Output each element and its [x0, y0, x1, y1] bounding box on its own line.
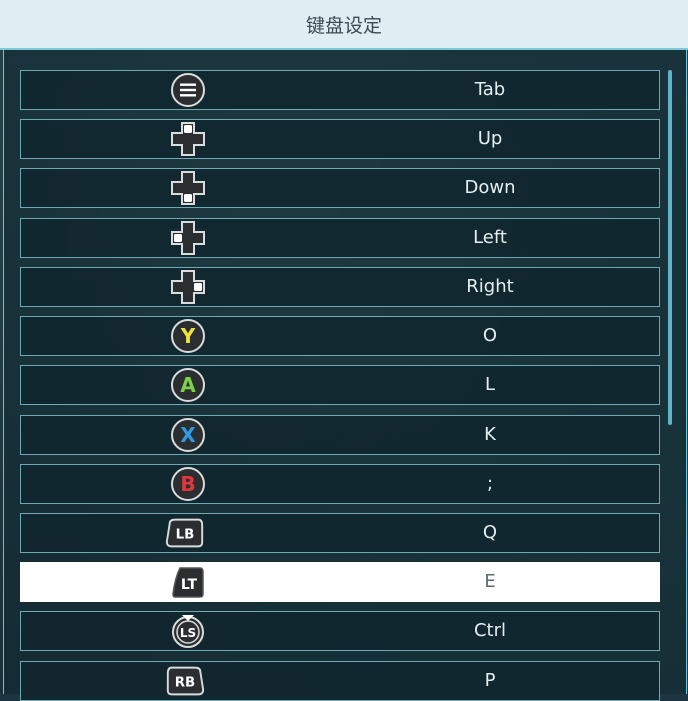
- key-label: K: [484, 424, 496, 445]
- dpad-down-icon: [170, 170, 206, 206]
- keybinding-row-dpad-left[interactable]: Left: [20, 218, 660, 258]
- x-button-icon: X: [170, 417, 206, 453]
- key-label: Up: [477, 128, 503, 149]
- keybinding-row-x-button[interactable]: X K: [20, 415, 660, 455]
- y-button-icon: Y: [170, 318, 206, 354]
- keybinding-row-lb-bumper[interactable]: LB Q: [20, 513, 660, 553]
- svg-text:A: A: [180, 373, 196, 397]
- dpad-left-icon: [170, 220, 206, 256]
- keybinding-row-dpad-down[interactable]: Down: [20, 168, 660, 208]
- keybinding-row-dpad-up[interactable]: Up: [20, 119, 660, 159]
- key-label: E: [484, 571, 496, 592]
- svg-text:LS: LS: [180, 626, 196, 640]
- svg-text:LB: LB: [176, 528, 195, 543]
- page-title: 键盘设定: [0, 0, 688, 50]
- keybinding-row-ls-stick[interactable]: LS Ctrl: [20, 611, 660, 651]
- key-label: P: [484, 670, 496, 691]
- svg-text:Y: Y: [180, 324, 196, 348]
- keybinding-row-menu[interactable]: Tab: [20, 70, 660, 110]
- ls-stick-icon: LS: [170, 613, 206, 649]
- key-label: Left: [473, 227, 507, 248]
- key-label: L: [484, 374, 496, 395]
- menu-button-icon: [170, 72, 206, 108]
- svg-text:B: B: [180, 472, 195, 496]
- svg-text:X: X: [180, 423, 196, 447]
- key-label: ;: [486, 473, 494, 494]
- key-label: Tab: [474, 79, 506, 100]
- lt-trigger-icon: LT: [170, 564, 206, 600]
- lb-bumper-icon: LB: [165, 515, 206, 551]
- keybinding-row-lt-trigger[interactable]: LT E: [20, 562, 660, 602]
- keybinding-row-b-button[interactable]: B ;: [20, 464, 660, 504]
- key-label: O: [482, 325, 498, 346]
- a-button-icon: A: [170, 367, 206, 403]
- keybinding-row-rb-bumper[interactable]: RB P: [20, 661, 660, 701]
- key-label: Q: [482, 522, 498, 543]
- keybinding-row-a-button[interactable]: A L: [20, 365, 660, 405]
- key-label: Ctrl: [473, 620, 507, 641]
- svg-text:LT: LT: [181, 577, 198, 593]
- b-button-icon: B: [170, 466, 206, 502]
- svg-text:RB: RB: [175, 676, 195, 691]
- dpad-right-icon: [170, 269, 206, 305]
- keybinding-row-dpad-right[interactable]: Right: [20, 267, 660, 307]
- keybinding-row-y-button[interactable]: Y O: [20, 316, 660, 356]
- key-label: Down: [464, 177, 516, 198]
- scrollbar[interactable]: [668, 70, 672, 425]
- key-label: Right: [466, 276, 514, 297]
- dpad-up-icon: [170, 121, 206, 157]
